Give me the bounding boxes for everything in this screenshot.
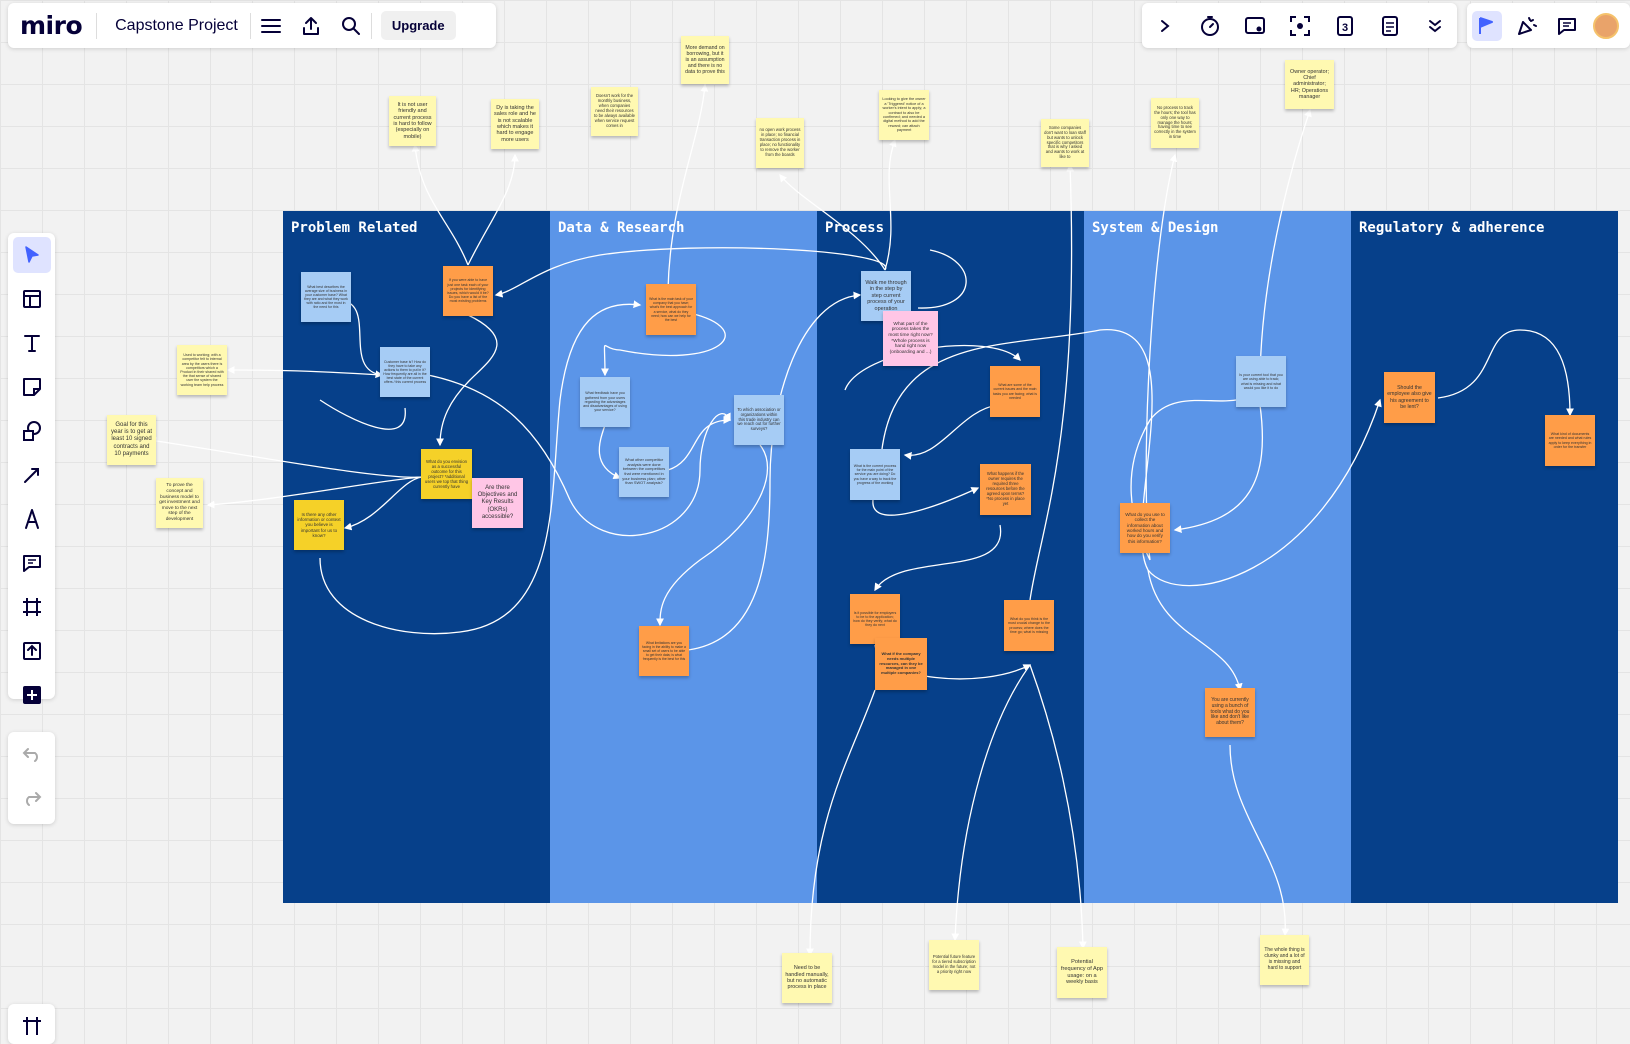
upload-icon[interactable] xyxy=(13,633,51,669)
sticky-note[interactable]: What feedback have you gathered from you… xyxy=(580,377,630,427)
frame-process[interactable]: Process xyxy=(817,211,1084,903)
sticky-note[interactable]: Some companies don't want to loan staff … xyxy=(1041,119,1089,167)
notes-count-icon[interactable]: 3 xyxy=(1330,11,1360,41)
sticky-note[interactable]: What limitations are you facing in the a… xyxy=(639,626,689,676)
sticky-note[interactable]: The whole thing is clunky and a lot of i… xyxy=(1260,935,1309,985)
add-more-icon[interactable] xyxy=(13,677,51,713)
text-tool-icon[interactable] xyxy=(13,325,51,361)
sticky-note[interactable]: Potential frequency of App usage: on a w… xyxy=(1057,947,1107,998)
history-toolbar xyxy=(8,732,55,824)
sticky-note[interactable]: Are there Objectives and Key Results (OK… xyxy=(472,478,523,528)
sticky-note[interactable]: What do you envision as a successful out… xyxy=(421,449,472,499)
sticky-note[interactable]: Used to working; with a competitor felt … xyxy=(177,345,227,395)
sticky-note[interactable]: It is not user friendly and current proc… xyxy=(389,96,436,146)
sticky-note[interactable]: no open work process in place; no financ… xyxy=(756,118,804,168)
redo-icon[interactable] xyxy=(13,780,51,816)
screen-share-icon[interactable] xyxy=(1240,11,1270,41)
sticky-note[interactable]: Goal for this year is to get at least 10… xyxy=(107,415,156,465)
sticky-note[interactable]: What if the company needs multiple resou… xyxy=(875,638,927,690)
sticky-note[interactable]: Is there any other information or contex… xyxy=(294,500,344,550)
sticky-note[interactable]: What are some of the current issues and … xyxy=(990,366,1040,417)
cursor-flag-icon[interactable] xyxy=(1472,10,1502,41)
timer-icon[interactable] xyxy=(1195,11,1225,41)
sticky-note[interactable]: Looking to give the owner a 'Triggered' … xyxy=(879,90,929,140)
divider xyxy=(96,12,98,39)
comment-tool-icon[interactable] xyxy=(13,545,51,581)
sticky-note[interactable]: No process to track the hours; the tool … xyxy=(1151,98,1199,148)
divider xyxy=(249,12,251,39)
chevron-right-icon[interactable] xyxy=(1150,11,1180,41)
connection-line-icon[interactable] xyxy=(13,457,51,493)
sticky-note[interactable]: If you were able to have just one task e… xyxy=(443,266,493,316)
tools-sidebar xyxy=(8,233,55,704)
menu-icon[interactable] xyxy=(256,11,286,41)
sticky-note[interactable]: What kind of documents are needed and wh… xyxy=(1545,415,1595,466)
frame-title: Regulatory & adherence xyxy=(1359,220,1545,236)
board-header: miro Capstone Project Upgrade xyxy=(8,3,496,48)
upgrade-button[interactable]: Upgrade xyxy=(380,11,456,40)
frame-regulatory[interactable]: Regulatory & adherence xyxy=(1351,211,1618,903)
sticky-note[interactable]: What happens if the owner requires the r… xyxy=(980,464,1031,515)
sticky-note[interactable]: What is the current process for the main… xyxy=(850,449,900,500)
sticky-note[interactable]: More demand on borrowing, but it is an a… xyxy=(681,36,729,84)
shapes-icon[interactable] xyxy=(13,413,51,449)
sticky-note[interactable]: What do you use to collect the informati… xyxy=(1120,503,1170,553)
sticky-note[interactable]: To prove the concept and business model … xyxy=(156,478,203,528)
board-title[interactable]: Capstone Project xyxy=(115,17,238,35)
sticky-note[interactable]: Should the employee also give his agreem… xyxy=(1384,372,1435,423)
focus-icon[interactable] xyxy=(1285,11,1315,41)
sticky-note[interactable]: What part of the process takes the most … xyxy=(883,311,938,366)
sticky-note[interactable]: Customer base is? How do they have to ta… xyxy=(380,347,430,397)
sticky-note[interactable]: You are currently using a bunch of tools… xyxy=(1205,688,1255,737)
comments-icon[interactable] xyxy=(1552,11,1582,41)
frame-system-design[interactable]: System & Design xyxy=(1084,211,1351,903)
sticky-note[interactable]: Need to be handled manually, but no auto… xyxy=(782,953,832,1003)
sticky-note[interactable]: Doesn't work for the monthly business, w… xyxy=(591,87,638,136)
divider xyxy=(370,12,372,39)
user-toolbar xyxy=(1467,3,1630,48)
chevron-double-down-icon[interactable] xyxy=(1420,11,1450,41)
frames-list-icon[interactable] xyxy=(13,1008,51,1044)
search-icon[interactable] xyxy=(336,11,366,41)
sticky-note[interactable]: Is your current tool that you are using … xyxy=(1236,356,1286,407)
sticky-note-icon[interactable] xyxy=(13,369,51,405)
frame-title: System & Design xyxy=(1092,220,1219,236)
celebrate-icon[interactable] xyxy=(1512,11,1542,41)
templates-icon[interactable] xyxy=(13,281,51,317)
notes-count: 3 xyxy=(1341,22,1347,34)
pen-icon[interactable] xyxy=(13,501,51,537)
undo-icon[interactable] xyxy=(13,736,51,772)
frames-panel-toggle[interactable] xyxy=(8,1004,55,1044)
sticky-note[interactable]: What do you think is the most crucial ch… xyxy=(1004,600,1054,651)
share-upload-icon[interactable] xyxy=(296,11,326,41)
collaboration-toolbar: 3 xyxy=(1142,3,1457,48)
sticky-note[interactable]: What other competitor analysis were done… xyxy=(619,447,669,497)
sticky-note[interactable]: What best describes the average size of … xyxy=(301,272,351,322)
sticky-note[interactable]: To which association or organizations wi… xyxy=(734,395,784,445)
miro-logo[interactable]: miro xyxy=(20,11,83,40)
sticky-note[interactable]: What is the main task of your company th… xyxy=(646,284,696,335)
frame-title: Problem Related xyxy=(291,220,418,236)
sticky-note[interactable]: Is it possible for employers to be to th… xyxy=(850,594,900,644)
document-icon[interactable] xyxy=(1375,11,1405,41)
sticky-note[interactable]: Potential future feature for a tiered su… xyxy=(929,940,979,990)
sticky-note[interactable]: Owner operator; Chief administrator; HR;… xyxy=(1285,60,1334,109)
frame-icon[interactable] xyxy=(13,589,51,625)
user-avatar[interactable] xyxy=(1593,12,1619,39)
select-tool-icon[interactable] xyxy=(12,237,51,273)
frame-title: Process xyxy=(825,220,885,236)
frame-title: Data & Research xyxy=(558,220,685,236)
sticky-note[interactable]: Dy is taking the sales role and he is no… xyxy=(491,99,539,149)
